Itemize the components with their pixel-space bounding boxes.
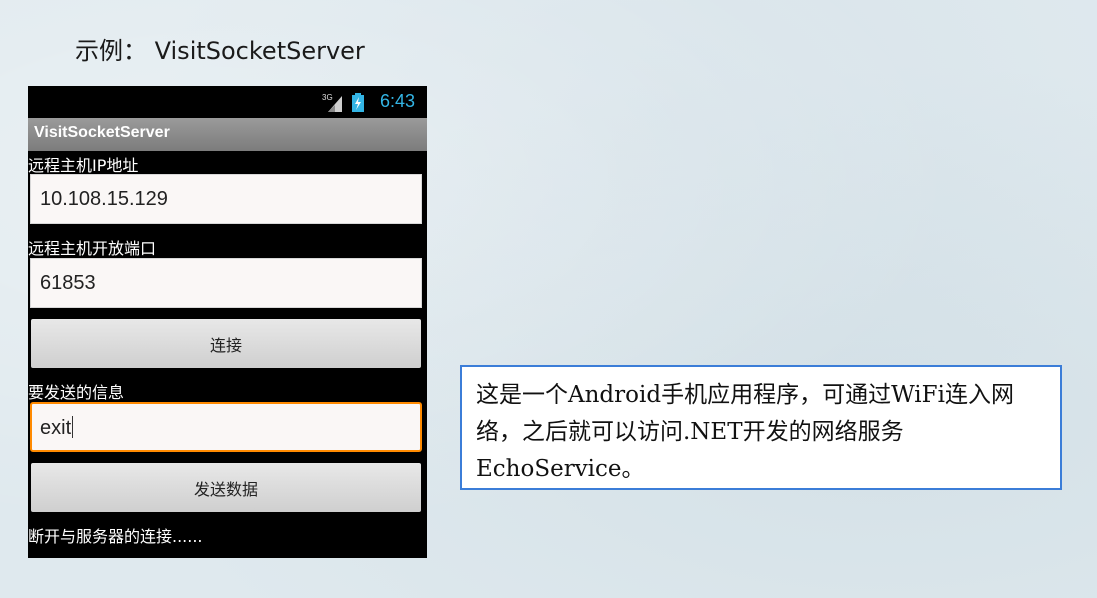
message-input[interactable]: exit xyxy=(30,402,422,452)
status-bar: 3G 6:43 xyxy=(28,86,427,118)
status-time: 6:43 xyxy=(380,91,416,111)
send-button[interactable]: 发送数据 xyxy=(31,463,421,512)
network-type-label: 3G xyxy=(322,93,333,102)
message-label: 要发送的信息 xyxy=(28,383,125,402)
message-input-value: exit xyxy=(40,416,74,440)
ip-label: 远程主机IP地址 xyxy=(28,156,139,175)
ip-input-value: 10.108.15.129 xyxy=(40,188,168,210)
note-box: 这是一个Android手机应用程序，可通过WiFi连入网络，之后就可以访问.NE… xyxy=(460,365,1062,490)
port-input[interactable]: 61853 xyxy=(30,258,422,308)
phone-screenshot: 3G 6:43 VisitSocketServer 远程主机IP地址 10.10… xyxy=(28,86,427,558)
ip-input[interactable]: 10.108.15.129 xyxy=(30,174,422,224)
slide-title: 示例： VisitSocketServer xyxy=(75,37,365,65)
status-message: 断开与服务器的连接...... xyxy=(28,527,203,546)
port-input-value: 61853 xyxy=(40,272,96,294)
action-bar: VisitSocketServer xyxy=(28,118,427,151)
note-text: 这是一个Android手机应用程序，可通过WiFi连入网络，之后就可以访问.NE… xyxy=(476,382,1014,482)
text-caret xyxy=(72,416,74,438)
connect-button[interactable]: 连接 xyxy=(31,319,421,368)
message-input-text: exit xyxy=(40,417,72,439)
port-label: 远程主机开放端口 xyxy=(28,239,157,258)
battery-charging-icon xyxy=(352,93,364,112)
app-title: VisitSocketServer xyxy=(34,124,170,141)
signal-icon: 3G xyxy=(322,93,342,112)
